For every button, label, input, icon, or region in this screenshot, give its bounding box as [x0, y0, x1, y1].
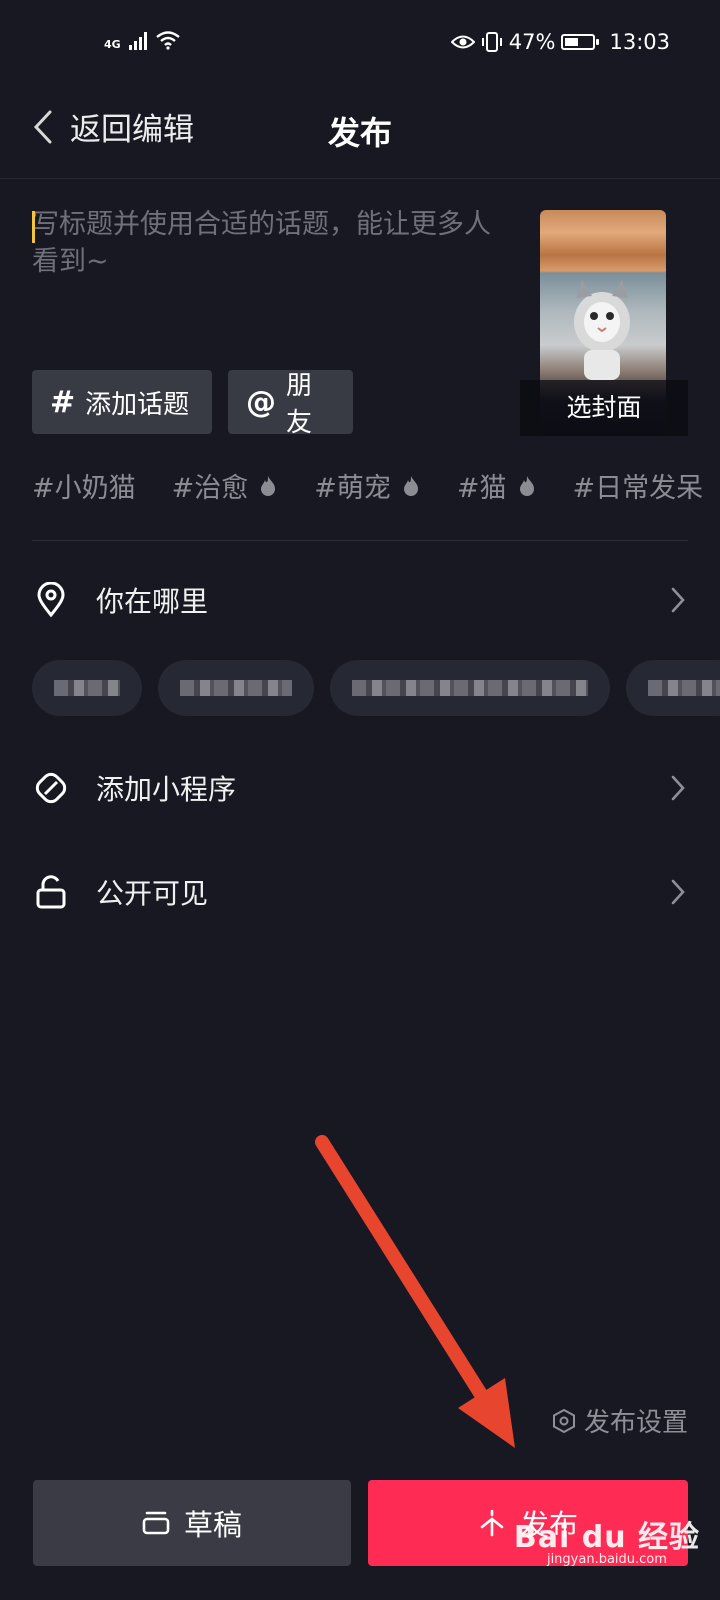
watermark-main: Bai du 经验 — [513, 1520, 700, 1555]
hashtag-chip[interactable]: #猫 — [457, 466, 537, 505]
wifi-icon — [155, 31, 180, 50]
draft-label: 草稿 — [183, 1508, 242, 1542]
signal-area: 4G — [104, 30, 181, 50]
status-bar: 4G 47% 13:03 — [0, 0, 720, 90]
fire-icon — [261, 475, 276, 496]
back-label: 返回编辑 — [70, 112, 194, 148]
mini-program-label: 添加小程序 — [96, 773, 237, 806]
location-row[interactable]: 你在哪里 — [32, 570, 688, 630]
visibility-label: 公开可见 — [96, 877, 209, 910]
mini-program-row[interactable]: 添加小程序 — [32, 758, 688, 818]
link-icon — [32, 769, 70, 807]
chevron-left-icon — [33, 110, 52, 143]
add-topic-button[interactable]: # 添加话题 — [32, 370, 212, 434]
location-label: 你在哪里 — [96, 585, 209, 618]
text-cursor — [32, 211, 35, 243]
network-type: 4G — [104, 38, 121, 51]
eye-icon — [450, 35, 475, 49]
hashtag-text: #日常发呆 — [572, 473, 704, 504]
hashtag-chip[interactable]: #日常发呆 — [573, 466, 704, 505]
hexagon-settings-icon — [552, 1408, 575, 1433]
vibrate-icon — [481, 32, 502, 52]
chevron-right-icon — [671, 879, 685, 905]
header: 发布 返回编辑 — [0, 90, 720, 179]
hashtag-chip[interactable]: #治愈 — [172, 466, 279, 505]
battery-percent: 47% — [508, 30, 556, 54]
draft-box-icon — [142, 1511, 170, 1535]
caption-input[interactable]: 写标题并使用合适的话题，能让更多人看到~ — [32, 206, 502, 316]
mention-friend-button[interactable]: @ 朋友 — [228, 370, 353, 438]
mention-friend-label: 朋友 — [286, 371, 313, 438]
chevron-right-icon — [671, 775, 685, 801]
unlock-icon — [32, 873, 70, 911]
fire-icon — [403, 475, 418, 496]
location-pill[interactable] — [330, 660, 610, 716]
hashtag-chip[interactable]: #小奶猫 — [32, 466, 136, 505]
battery-level — [565, 38, 578, 46]
location-suggestions — [32, 660, 720, 718]
publish-settings-link[interactable]: 发布设置 — [552, 1402, 688, 1439]
location-pill[interactable] — [32, 660, 142, 716]
publish-settings-label: 发布设置 — [583, 1408, 688, 1438]
location-pill[interactable] — [158, 660, 314, 716]
hashtag-suggestions: #小奶猫 #治愈 #萌宠 #猫 #日常发呆 — [32, 466, 720, 516]
location-pill[interactable] — [626, 660, 720, 716]
add-topic-label: 添加话题 — [85, 389, 190, 420]
hashtag-text: #小奶猫 — [32, 473, 136, 504]
choose-cover-button[interactable]: 选封面 — [520, 380, 688, 436]
at-icon: @ — [246, 384, 276, 420]
back-button[interactable]: 返回编辑 — [32, 104, 194, 149]
clock: 13:03 — [609, 30, 670, 54]
hashtag-text: #萌宠 — [314, 473, 391, 504]
sparkle-icon — [480, 1509, 504, 1537]
fire-icon — [519, 475, 534, 496]
caption-placeholder: 写标题并使用合适的话题，能让更多人看到~ — [32, 209, 491, 277]
chevron-right-icon — [671, 587, 685, 613]
hashtag-text: #猫 — [456, 473, 507, 504]
hashtag-text: #治愈 — [171, 473, 249, 504]
divider — [32, 540, 688, 541]
status-right: 47% 13:03 — [450, 30, 670, 54]
hashtag-chip[interactable]: #萌宠 — [314, 466, 421, 505]
hashtag-icon: # — [50, 384, 76, 420]
draft-button[interactable]: 草稿 — [33, 1480, 351, 1566]
signal-icon — [128, 32, 147, 50]
watermark: Bai du 经验 jingyan.baidu.com — [514, 1512, 700, 1567]
visibility-row[interactable]: 公开可见 — [32, 862, 688, 922]
location-pin-icon — [32, 581, 70, 619]
battery-icon — [561, 34, 600, 50]
